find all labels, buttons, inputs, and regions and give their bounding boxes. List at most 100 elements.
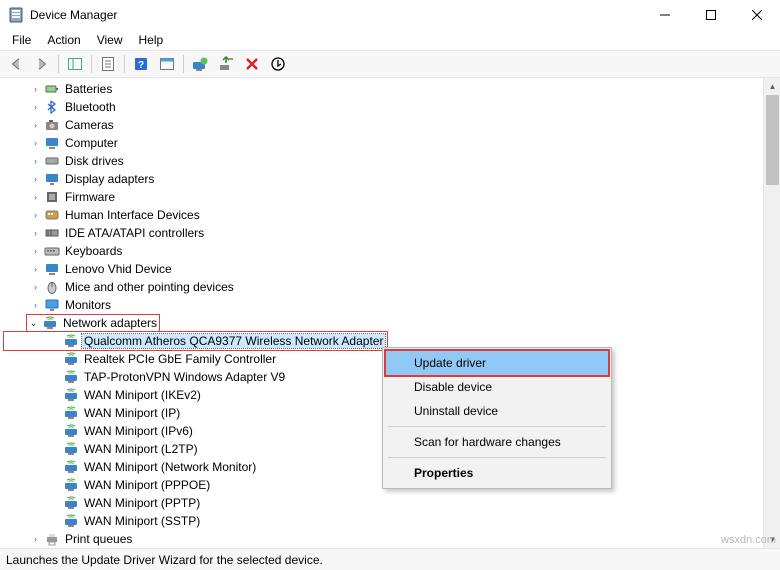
caret-closed-icon[interactable]: ›	[29, 120, 42, 130]
tree-item[interactable]: ⌄ Network adapters	[2, 314, 780, 332]
computer-icon	[44, 135, 60, 151]
ctx-update-driver[interactable]: Update driver	[386, 351, 608, 375]
tree-item[interactable]: › Keyboards	[4, 242, 780, 260]
ctx-scan-hardware[interactable]: Scan for hardware changes	[386, 430, 608, 454]
tree-item[interactable]: › Lenovo Vhid Device	[4, 260, 780, 278]
caret-closed-icon[interactable]: ›	[29, 228, 42, 238]
tree-item-label: Display adapters	[63, 172, 156, 186]
keyboard-icon	[44, 243, 60, 259]
tree-item-label: Cameras	[63, 118, 116, 132]
bluetooth-icon	[44, 99, 60, 115]
tree-item-label: TAP-ProtonVPN Windows Adapter V9	[82, 370, 287, 384]
tree-item-label: Realtek PCIe GbE Family Controller	[82, 352, 278, 366]
close-button[interactable]	[734, 0, 780, 30]
tree-item-label: WAN Miniport (IKEv2)	[82, 388, 203, 402]
maximize-button[interactable]	[688, 0, 734, 30]
context-menu: Update driver Disable device Uninstall d…	[382, 347, 612, 489]
tree-item-label: WAN Miniport (IP)	[82, 406, 182, 420]
scroll-up-button[interactable]: ▲	[764, 78, 780, 95]
caret-closed-icon[interactable]: ›	[29, 246, 42, 256]
tree-item[interactable]: WAN Miniport (SSTP)	[4, 512, 780, 530]
tree-item-label: Qualcomm Atheros QCA9377 Wireless Networ…	[82, 334, 385, 348]
caret-closed-icon[interactable]: ›	[29, 534, 42, 544]
tree-item-label: Monitors	[63, 298, 113, 312]
update-driver-button[interactable]	[188, 53, 212, 75]
tree-item-label: Mice and other pointing devices	[63, 280, 236, 294]
scan-hardware-button[interactable]	[214, 53, 238, 75]
forward-button[interactable]	[30, 53, 54, 75]
caret-closed-icon[interactable]: ›	[29, 84, 42, 94]
display-icon	[44, 171, 60, 187]
tree-item[interactable]: › Batteries	[4, 80, 780, 98]
tree-item-label: Human Interface Devices	[63, 208, 202, 222]
caret-closed-icon[interactable]: ›	[29, 300, 42, 310]
tree-item[interactable]: WAN Miniport (PPTP)	[4, 494, 780, 512]
tree-item[interactable]: ›Print queues	[4, 530, 780, 548]
menu-action[interactable]: Action	[39, 31, 88, 49]
disable-button[interactable]	[266, 53, 290, 75]
caret-open-icon[interactable]: ⌄	[27, 318, 40, 329]
caret-closed-icon[interactable]: ›	[29, 174, 42, 184]
tree-item[interactable]: › Mice and other pointing devices	[4, 278, 780, 296]
network-icon	[63, 441, 79, 457]
caret-closed-icon[interactable]: ›	[29, 156, 42, 166]
vertical-scrollbar[interactable]: ▲ ▼	[763, 78, 780, 548]
tree-item[interactable]: › IDE ATA/ATAPI controllers	[4, 224, 780, 242]
app-icon	[8, 7, 24, 23]
tree-item-label: WAN Miniport (Network Monitor)	[82, 460, 258, 474]
caret-closed-icon[interactable]: ›	[29, 264, 42, 274]
network-icon	[63, 369, 79, 385]
caret-closed-icon[interactable]: ›	[29, 138, 42, 148]
network-icon	[63, 459, 79, 475]
tree-item-label: Keyboards	[63, 244, 124, 258]
network-icon	[42, 315, 58, 331]
menu-view[interactable]: View	[89, 31, 131, 49]
tree-item[interactable]: Qualcomm Atheros QCA9377 Wireless Networ…	[4, 332, 387, 350]
caret-closed-icon[interactable]: ›	[29, 192, 42, 202]
tree-item-label: Lenovo Vhid Device	[63, 262, 174, 276]
tree-item[interactable]: › Display adapters	[4, 170, 780, 188]
monitor-icon	[44, 297, 60, 313]
watermark: wsxdn.com	[721, 534, 776, 546]
ctx-disable-device[interactable]: Disable device	[386, 375, 608, 399]
tree-item-label: WAN Miniport (PPTP)	[82, 496, 202, 510]
tree-item[interactable]: › Human Interface Devices	[4, 206, 780, 224]
properties-button[interactable]	[96, 53, 120, 75]
toolbar-separator	[124, 55, 125, 73]
toolbar: ?	[0, 50, 780, 78]
caret-closed-icon[interactable]: ›	[29, 102, 42, 112]
status-text: Launches the Update Driver Wizard for th…	[6, 553, 323, 567]
tree-item-label: Firmware	[63, 190, 117, 204]
disk-icon	[44, 153, 60, 169]
scroll-thumb[interactable]	[766, 95, 779, 185]
tree-item[interactable]: ›Disk drives	[4, 152, 780, 170]
toolbar-separator	[91, 55, 92, 73]
minimize-button[interactable]	[642, 0, 688, 30]
help-button[interactable]: ?	[129, 53, 153, 75]
tree-item[interactable]: ›Computer	[4, 134, 780, 152]
tree-item[interactable]: › Monitors	[4, 296, 780, 314]
tree-item-label: Batteries	[63, 82, 114, 96]
toolbar-separator	[58, 55, 59, 73]
tree-item[interactable]: › Firmware	[4, 188, 780, 206]
tree-item[interactable]: ›Bluetooth	[4, 98, 780, 116]
tree-item[interactable]: › Cameras	[4, 116, 780, 134]
network-icon	[63, 423, 79, 439]
ide-icon	[44, 225, 60, 241]
action-pane-button[interactable]	[155, 53, 179, 75]
tree-item-label: WAN Miniport (IPv6)	[82, 424, 195, 438]
back-button[interactable]	[4, 53, 28, 75]
ctx-properties[interactable]: Properties	[386, 461, 608, 485]
window-title: Device Manager	[30, 8, 642, 22]
caret-closed-icon[interactable]: ›	[29, 210, 42, 220]
menu-file[interactable]: File	[4, 31, 39, 49]
menu-help[interactable]: Help	[131, 31, 172, 49]
tree-item-label: Network adapters	[61, 316, 159, 330]
show-hide-console-button[interactable]	[63, 53, 87, 75]
uninstall-button[interactable]	[240, 53, 264, 75]
print-icon	[44, 531, 60, 547]
tree-item-label: IDE ATA/ATAPI controllers	[63, 226, 206, 240]
ctx-uninstall-device[interactable]: Uninstall device	[386, 399, 608, 423]
ctx-separator	[388, 457, 606, 458]
caret-closed-icon[interactable]: ›	[29, 282, 42, 292]
